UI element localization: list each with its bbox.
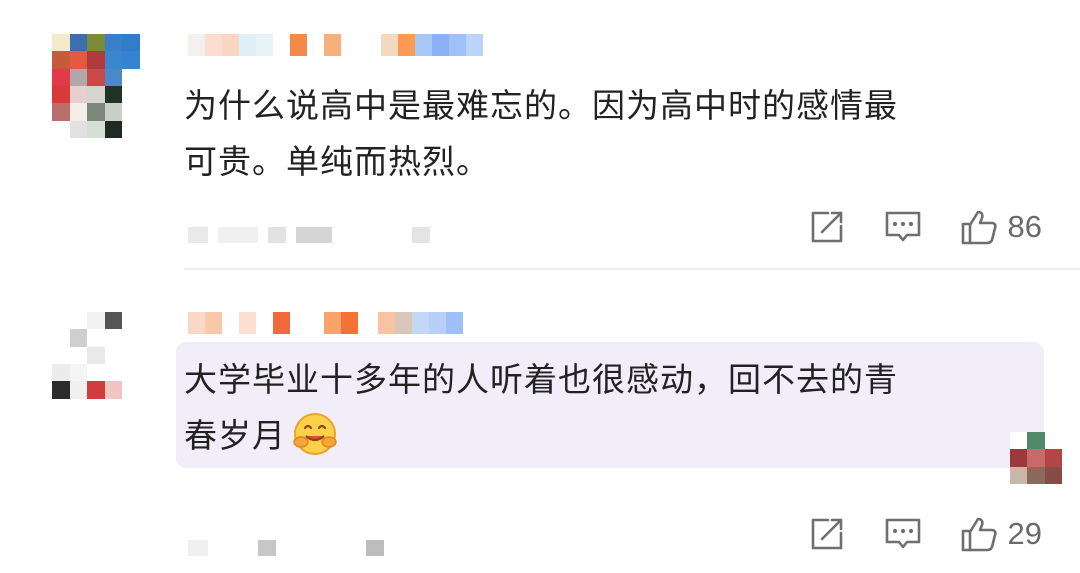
like-button[interactable]: 29 — [960, 515, 1042, 553]
liker-avatar — [1010, 432, 1062, 484]
like-count: 29 — [1007, 516, 1042, 551]
share-button[interactable] — [808, 208, 846, 246]
comment-item: 为什么说高中是最难忘的。因为高中时的感情最 可贵。单纯而热烈。 86 — [0, 0, 1080, 268]
like-count: 86 — [1007, 209, 1042, 244]
comment-text-line: 为什么说高中是最难忘的。因为高中时的感情最 — [184, 86, 898, 125]
reply-button[interactable] — [884, 515, 922, 553]
comment-text: 大学毕业十多年的人听着也很感动，回不去的青 春岁月 — [184, 352, 1034, 464]
comment-icon — [885, 518, 920, 549]
share-icon — [811, 518, 842, 550]
reply-button[interactable] — [884, 208, 922, 246]
comment-text-line: 可贵。单纯而热烈。 — [184, 142, 490, 181]
username[interactable] — [188, 34, 483, 56]
hugging-face-emoji — [292, 411, 338, 457]
comment-text: 为什么说高中是最难忘的。因为高中时的感情最 可贵。单纯而热烈。 — [184, 78, 1034, 190]
thumbs-up-icon — [961, 517, 997, 552]
share-icon — [811, 211, 842, 243]
thumbs-up-icon — [961, 210, 997, 245]
comment-item: 大学毕业十多年的人听着也很感动，回不去的青 春岁月 29 — [0, 270, 1080, 573]
comment-actions: 29 — [808, 514, 1042, 554]
comment-text-fragment: 春岁月 — [184, 416, 286, 455]
comment-meta — [188, 538, 384, 558]
username[interactable] — [188, 312, 463, 334]
comment-text-line: 春岁月 — [184, 408, 1034, 464]
avatar[interactable] — [52, 312, 140, 416]
share-button[interactable] — [808, 515, 846, 553]
like-button[interactable]: 86 — [960, 208, 1042, 246]
avatar[interactable] — [52, 34, 140, 138]
comment-icon — [885, 211, 920, 242]
comment-actions: 86 — [808, 207, 1042, 247]
comment-meta — [188, 225, 430, 245]
comment-text-line: 大学毕业十多年的人听着也很感动，回不去的青 — [184, 360, 898, 399]
